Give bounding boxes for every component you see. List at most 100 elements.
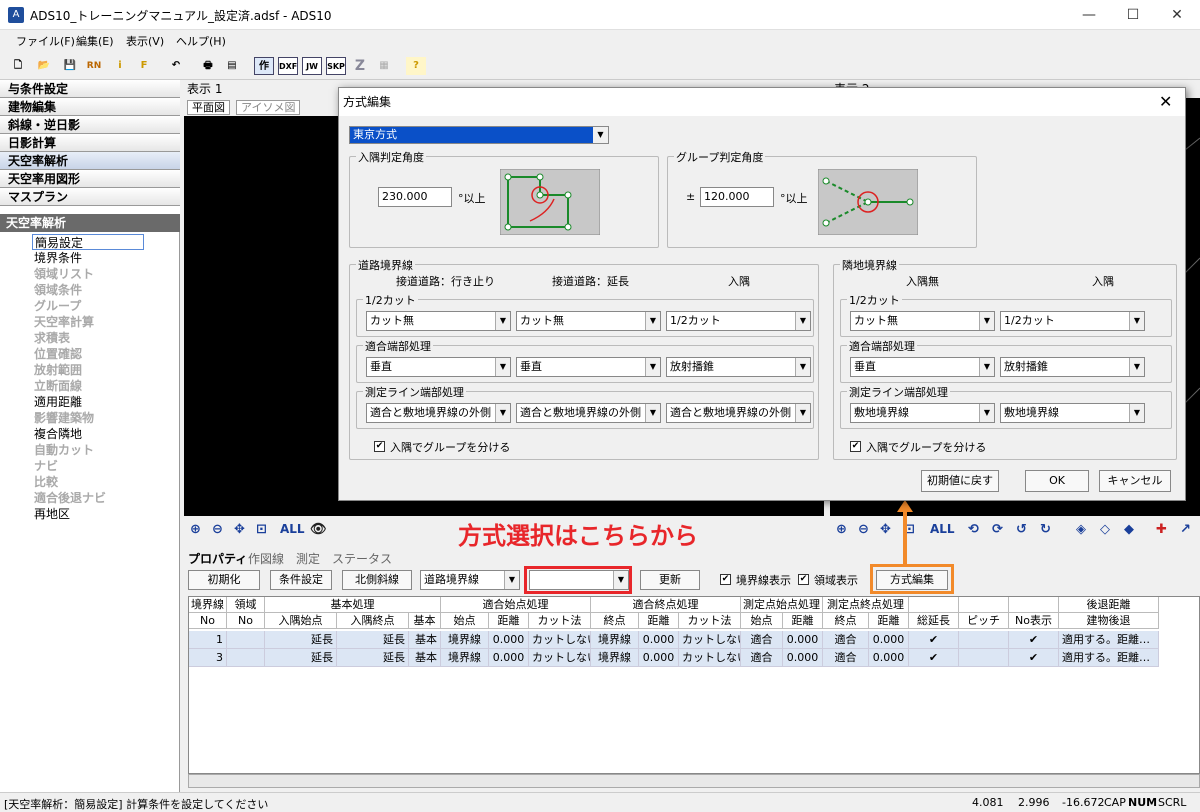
- grid-icon[interactable]: ▦: [374, 57, 394, 75]
- table-column-header[interactable]: 終点: [591, 613, 639, 629]
- boundary-display-checkbox[interactable]: ✔: [720, 574, 731, 585]
- adj-end-select[interactable]: 放射播錐 ▼: [1000, 357, 1145, 377]
- axis-icon[interactable]: ✚: [1156, 522, 1167, 537]
- rotate-up-icon[interactable]: ↻: [1040, 522, 1051, 537]
- tab-properties[interactable]: プロパティ: [188, 550, 247, 567]
- road-line-select[interactable]: 適合と敷地境界線の外側 ▼: [366, 403, 511, 423]
- table-cell[interactable]: カットしない: [529, 649, 591, 667]
- region-display-checkbox[interactable]: ✔: [798, 574, 809, 585]
- table-cell[interactable]: ✔: [909, 631, 959, 649]
- table-cell[interactable]: 適合: [823, 649, 869, 667]
- road-line-select[interactable]: 適合と敷地境界線の外側 ▼: [666, 403, 811, 423]
- initialize-button[interactable]: 初期化: [188, 570, 260, 590]
- table-cell[interactable]: 境界線: [591, 631, 639, 649]
- skp-button[interactable]: SKP: [326, 57, 346, 75]
- zoom-in-icon[interactable]: ⊕: [190, 522, 201, 537]
- adj-line-select[interactable]: 敷地境界線 ▼: [850, 403, 995, 423]
- nav-header-shadow[interactable]: 日影計算: [0, 134, 180, 152]
- horizontal-scrollbar[interactable]: [188, 774, 1200, 788]
- method-edit-button[interactable]: 方式編集: [876, 570, 948, 590]
- menu-edit[interactable]: 編集(E): [76, 33, 114, 49]
- table-column-header[interactable]: 距離: [783, 613, 823, 629]
- table-column-header[interactable]: 始点: [441, 613, 489, 629]
- nav-item[interactable]: 放射範囲: [34, 362, 82, 378]
- north-slope-button[interactable]: 北側斜線: [342, 570, 412, 590]
- tab-plan[interactable]: 平面図: [187, 100, 230, 115]
- dxf-button[interactable]: DXF: [278, 57, 298, 75]
- table-cell[interactable]: 1: [189, 631, 227, 649]
- rn-icon[interactable]: RN: [84, 57, 104, 75]
- cube-wire-icon[interactable]: ◇: [1100, 522, 1110, 537]
- table-column-header[interactable]: No: [227, 613, 265, 629]
- nav-header-massplan[interactable]: マスプラン: [0, 188, 180, 206]
- reset-defaults-button[interactable]: 初期値に戻す: [921, 470, 999, 492]
- table-column-header[interactable]: 終点: [823, 613, 869, 629]
- cube-iso-icon[interactable]: ◈: [1076, 522, 1086, 537]
- table-cell[interactable]: 0.000: [489, 649, 529, 667]
- eye-icon[interactable]: 👁: [310, 522, 327, 537]
- table-cell[interactable]: 適合: [741, 631, 783, 649]
- table-cell[interactable]: ✔: [909, 649, 959, 667]
- nav-item[interactable]: 境界条件: [34, 250, 82, 266]
- arrow-icon[interactable]: ↗: [1180, 522, 1191, 537]
- road-end-select[interactable]: 放射播錐 ▼: [666, 357, 811, 377]
- table-column-header[interactable]: No表示: [1009, 613, 1059, 629]
- boundary-type-select[interactable]: 道路境界線 ▼: [420, 570, 520, 590]
- table-cell[interactable]: 境界線: [441, 631, 489, 649]
- nav-item[interactable]: 複合隣地: [34, 426, 82, 442]
- table-column-header[interactable]: 距離: [869, 613, 909, 629]
- adj-cut-select[interactable]: 1/2カット ▼: [1000, 311, 1145, 331]
- nav-item[interactable]: 立断面線: [34, 378, 82, 394]
- table-column-header[interactable]: 入隅始点: [265, 613, 337, 629]
- road-group-checkbox[interactable]: ✔: [374, 441, 385, 452]
- tab-isometric[interactable]: アイソメ図: [236, 100, 301, 115]
- table-cell[interactable]: [959, 649, 1009, 667]
- new-file-icon[interactable]: 🗋: [8, 57, 28, 75]
- tab-measure[interactable]: 測定: [296, 550, 320, 567]
- road-cut-select[interactable]: カット無 ▼: [366, 311, 511, 331]
- z-button[interactable]: Z: [350, 57, 370, 75]
- table-cell[interactable]: 境界線: [441, 649, 489, 667]
- open-folder-icon[interactable]: 📂: [34, 57, 54, 75]
- adj-end-select[interactable]: 垂直 ▼: [850, 357, 995, 377]
- adj-line-select[interactable]: 敷地境界線 ▼: [1000, 403, 1145, 423]
- menu-view[interactable]: 表示(V): [126, 33, 164, 49]
- table-column-header[interactable]: 建物後退: [1059, 613, 1159, 629]
- cancel-button[interactable]: キャンセル: [1099, 470, 1171, 492]
- rotate-right-icon[interactable]: ⟳: [992, 522, 1003, 537]
- method-name-select[interactable]: 東京方式 ▼: [349, 126, 609, 144]
- zoom-all-button[interactable]: ALL: [280, 522, 305, 536]
- table-column-header[interactable]: No: [189, 613, 227, 629]
- info-icon[interactable]: i: [110, 57, 130, 75]
- table-cell[interactable]: 延長: [337, 631, 409, 649]
- condition-settings-button[interactable]: 条件設定: [270, 570, 332, 590]
- table-column-header[interactable]: 基本: [409, 613, 441, 629]
- adj-group-checkbox[interactable]: ✔: [850, 441, 861, 452]
- road-end-select[interactable]: 垂直 ▼: [516, 357, 661, 377]
- ok-button[interactable]: OK: [1025, 470, 1089, 492]
- update-button[interactable]: 更新: [640, 570, 700, 590]
- menu-file[interactable]: ファイル(F): [16, 33, 75, 49]
- table-column-header[interactable]: カット法: [529, 613, 591, 629]
- nav-header-sky-shapes[interactable]: 天空率用図形: [0, 170, 180, 188]
- minimize-button[interactable]: —: [1078, 4, 1100, 26]
- table-cell[interactable]: 0.000: [489, 631, 529, 649]
- table-cell[interactable]: 延長: [265, 631, 337, 649]
- pan-icon[interactable]: ✥: [880, 522, 891, 537]
- menu-help[interactable]: ヘルプ(H): [176, 33, 226, 49]
- table-cell[interactable]: 0.000: [639, 631, 679, 649]
- nav-item[interactable]: グループ: [34, 298, 81, 314]
- rotate-left-icon[interactable]: ⟲: [968, 522, 979, 537]
- table-cell[interactable]: 延長: [265, 649, 337, 667]
- table-cell[interactable]: 適合: [823, 631, 869, 649]
- cube-solid-icon[interactable]: ◆: [1124, 522, 1134, 537]
- table-cell[interactable]: 基本: [409, 649, 441, 667]
- nav-item[interactable]: 適合後退ナビ: [34, 490, 106, 506]
- f-icon[interactable]: F: [134, 57, 154, 75]
- zoom-out-icon[interactable]: ⊖: [858, 522, 869, 537]
- road-cut-select[interactable]: カット無 ▼: [516, 311, 661, 331]
- nav-item[interactable]: 比較: [34, 474, 58, 490]
- pan-icon[interactable]: ✥: [234, 522, 245, 537]
- table-cell[interactable]: [227, 649, 265, 667]
- nav-header-building[interactable]: 建物編集: [0, 98, 180, 116]
